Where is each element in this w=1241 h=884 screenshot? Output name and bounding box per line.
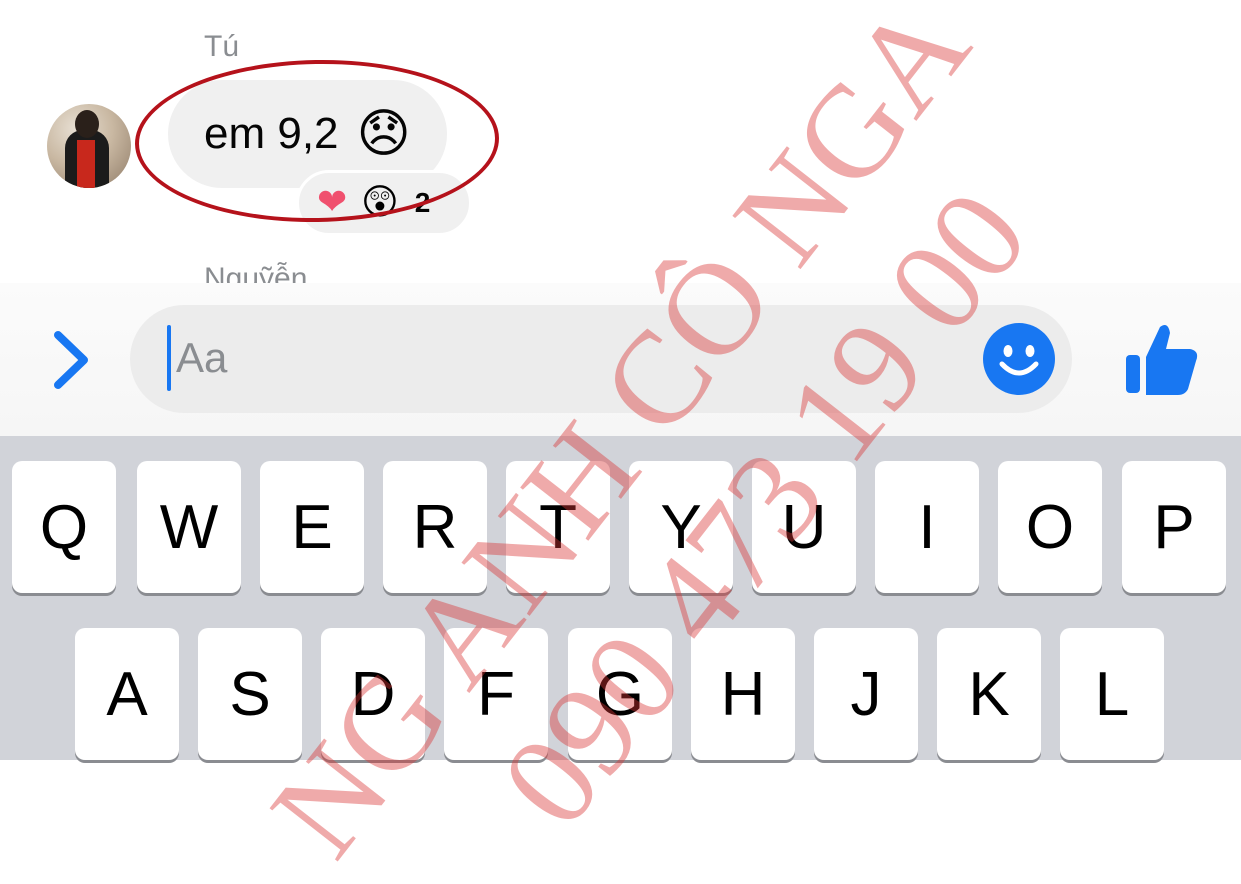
key-k[interactable]: K	[937, 628, 1041, 760]
key-o[interactable]: O	[998, 461, 1102, 593]
key-r[interactable]: R	[383, 461, 487, 593]
chevron-right-icon	[54, 331, 88, 389]
smiley-icon	[983, 323, 1055, 395]
key-p[interactable]: P	[1122, 461, 1226, 593]
chat-area: Tú em 9,2 😞 ❤ 😲 2 Nguỹễn	[0, 0, 1241, 295]
sender-name: Tú	[204, 30, 240, 63]
avatar-sash	[77, 140, 95, 188]
key-j[interactable]: J	[814, 628, 918, 760]
message-input-pill[interactable]	[130, 305, 1072, 413]
message-composer	[0, 283, 1241, 436]
message-input[interactable]	[176, 323, 956, 393]
key-i[interactable]: I	[875, 461, 979, 593]
key-g[interactable]: G	[568, 628, 672, 760]
like-button[interactable]	[1122, 319, 1202, 399]
key-w[interactable]: W	[137, 461, 241, 593]
text-caret	[167, 325, 171, 391]
avatar-head	[75, 110, 99, 138]
avatar[interactable]	[47, 104, 131, 188]
key-s[interactable]: S	[198, 628, 302, 760]
key-u[interactable]: U	[752, 461, 856, 593]
key-t[interactable]: T	[506, 461, 610, 593]
key-h[interactable]: H	[691, 628, 795, 760]
key-y[interactable]: Y	[629, 461, 733, 593]
thumbs-up-icon	[1126, 325, 1198, 395]
key-a[interactable]: A	[75, 628, 179, 760]
onscreen-keyboard: Q W E R T Y U I O P A S D F G H J K L	[0, 436, 1241, 760]
emoji-button[interactable]	[982, 322, 1056, 396]
expand-actions-button[interactable]	[40, 328, 100, 392]
key-e[interactable]: E	[260, 461, 364, 593]
key-q[interactable]: Q	[12, 461, 116, 593]
key-d[interactable]: D	[321, 628, 425, 760]
key-f[interactable]: F	[444, 628, 548, 760]
key-l[interactable]: L	[1060, 628, 1164, 760]
